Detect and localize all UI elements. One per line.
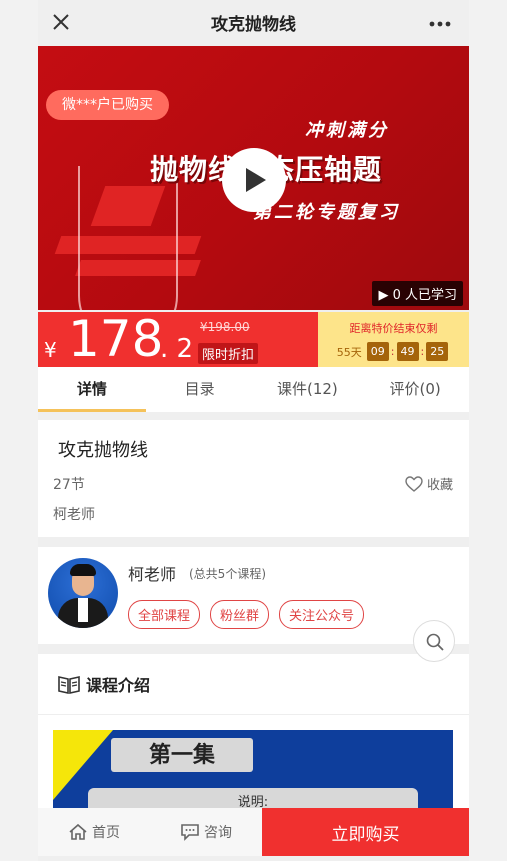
- chat-icon: [181, 824, 199, 841]
- section-count: 27节: [53, 477, 85, 493]
- countdown-days: 55天: [336, 345, 362, 359]
- intro-heading: 课程介绍: [58, 672, 150, 696]
- course-intro-card: 课程介绍 第一集 说明:: [38, 654, 469, 814]
- price-section: ¥ 178 . 2 ¥198.00 限时折扣: [38, 310, 318, 368]
- tab-reviews[interactable]: 评价(0): [361, 367, 469, 412]
- favorite-label: 收藏: [426, 478, 453, 493]
- divider: [38, 714, 469, 715]
- original-price: ¥198.00: [200, 320, 250, 334]
- follow-account-button[interactable]: 关注公众号: [279, 600, 365, 629]
- favorite-button[interactable]: 收藏: [405, 474, 453, 493]
- intro-image: 第一集 说明:: [53, 730, 453, 814]
- price-decimal: . 2: [160, 334, 194, 364]
- price-integer: 178: [68, 310, 164, 368]
- avatar[interactable]: [48, 558, 118, 628]
- play-icon: [246, 168, 266, 192]
- fan-group-button[interactable]: 粉丝群: [210, 600, 270, 629]
- price-bar: ¥ 178 . 2 ¥198.00 限时折扣 距离特价结束仅剩 55天 09: …: [38, 310, 469, 368]
- episode-label: 第一集: [111, 738, 253, 772]
- close-icon[interactable]: [50, 11, 72, 33]
- course-teacher: 柯老师: [53, 507, 95, 523]
- more-icon[interactable]: [429, 19, 451, 27]
- top-bar: 攻克抛物线: [38, 0, 469, 44]
- course-video-banner[interactable]: 微***户已购买 冲刺满分 抛物线动态压轴题 第二轮专题复习 ▶ 0 人已学习: [38, 46, 469, 310]
- countdown-label: 距离特价结束仅剩: [349, 322, 438, 335]
- play-button[interactable]: [222, 148, 286, 212]
- triangle-icon: ▶: [378, 288, 389, 303]
- tab-catalog[interactable]: 目录: [146, 367, 254, 412]
- book-icon: [58, 676, 80, 694]
- home-icon: [69, 823, 87, 840]
- consult-button[interactable]: 咨询: [150, 808, 262, 856]
- bottom-bar: 首页 咨询 立即购买: [38, 808, 469, 856]
- tab-details[interactable]: 详情: [38, 367, 146, 412]
- tab-bar: 详情 目录 课件(12) 评价(0): [38, 367, 469, 412]
- tab-courseware[interactable]: 课件(12): [254, 367, 362, 412]
- countdown-hours: 09: [366, 342, 389, 361]
- course-info-card: 攻克抛物线 27节 柯老师 收藏: [38, 420, 469, 537]
- home-button[interactable]: 首页: [38, 808, 150, 856]
- teacher-card: 柯老师 (总共5个课程) 全部课程 粉丝群 关注公众号: [38, 547, 469, 644]
- search-icon: [426, 633, 444, 651]
- course-name: 攻克抛物线: [58, 440, 148, 461]
- teacher-actions: 全部课程 粉丝群 关注公众号: [128, 600, 374, 629]
- countdown-section: 距离特价结束仅剩 55天 09: 49: 25: [318, 312, 469, 367]
- all-courses-button[interactable]: 全部课程: [128, 600, 201, 629]
- teacher-name: 柯老师: [128, 565, 177, 584]
- teacher-course-count: (总共5个课程): [189, 567, 266, 581]
- learners-count: ▶ 0 人已学习: [372, 281, 463, 306]
- page-title: 攻克抛物线: [211, 14, 296, 35]
- discount-tag: 限时折扣: [198, 343, 259, 364]
- heart-icon: [405, 475, 423, 492]
- buy-now-button[interactable]: 立即购买: [262, 808, 469, 856]
- search-button[interactable]: [413, 620, 455, 662]
- banner-line1: 冲刺满分: [305, 120, 389, 141]
- app-page: 攻克抛物线 微***户已购买 冲刺满分 抛物线动态压轴题 第二轮专题复习 ▶ 0…: [38, 0, 469, 861]
- currency-symbol: ¥: [44, 338, 57, 362]
- countdown-seconds: 25: [426, 342, 449, 361]
- countdown-timer: 55天 09: 49: 25: [318, 342, 469, 361]
- countdown-minutes: 49: [396, 342, 419, 361]
- buyer-badge: 微***户已购买: [46, 90, 169, 120]
